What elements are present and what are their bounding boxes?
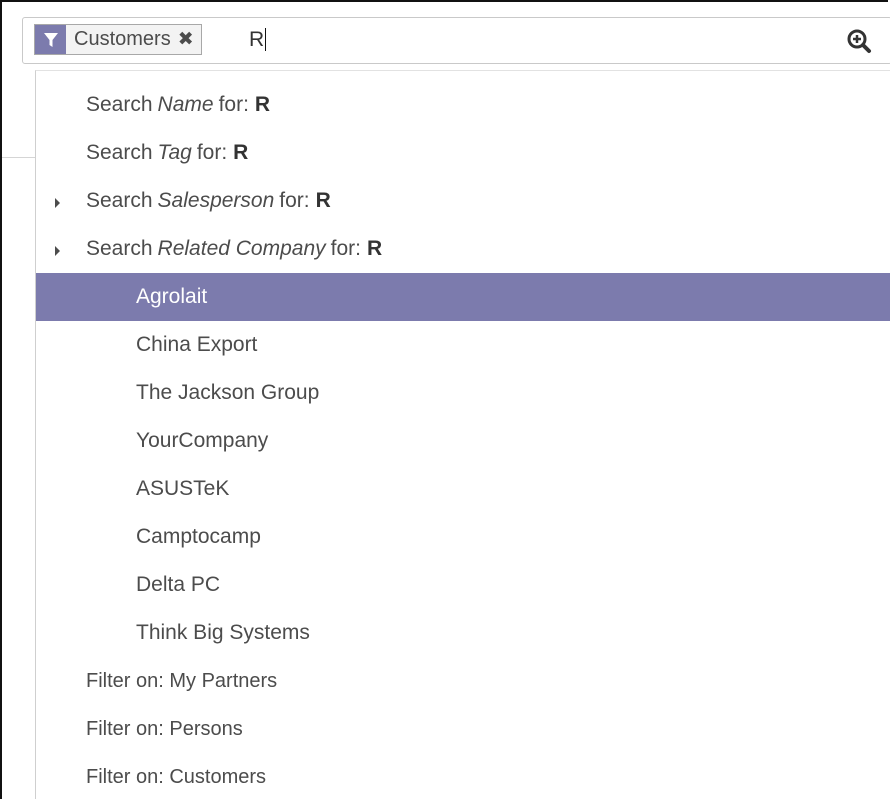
option-prefix: Search — [86, 141, 153, 164]
autocomplete-dropdown: Search Name for: R Search Tag for: R Sea… — [35, 70, 890, 799]
filter-option-persons[interactable]: Filter on: Persons — [36, 705, 890, 753]
option-label: The Jackson Group — [136, 381, 320, 404]
option-suffix: for: — [196, 141, 228, 164]
option-field: Salesperson — [157, 189, 275, 212]
option-label: Filter on: Persons — [86, 717, 243, 740]
option-field: Related Company — [157, 237, 326, 260]
company-option-asustek[interactable]: ASUSTeK — [36, 465, 890, 513]
option-label: Filter on: My Partners — [86, 669, 278, 692]
zoom-in-icon[interactable] — [845, 27, 873, 55]
option-term: R — [315, 189, 331, 212]
option-prefix: Search — [86, 189, 153, 212]
facet-value: Customers — [74, 28, 171, 50]
search-tag-option[interactable]: Search Tag for: R — [36, 129, 890, 177]
option-label: Camptocamp — [136, 525, 261, 548]
text-caret — [265, 28, 267, 51]
filter-icon — [35, 25, 66, 54]
option-term: R — [254, 93, 271, 116]
company-option-camptocamp[interactable]: Camptocamp — [36, 513, 890, 561]
option-label: ASUSTeK — [136, 477, 230, 500]
filter-option-my-partners[interactable]: Filter on: My Partners — [36, 657, 890, 705]
option-label: Filter on: Customers — [86, 765, 267, 788]
search-query-text: R — [249, 27, 265, 51]
option-field: Tag — [157, 141, 192, 164]
filter-option-customers[interactable]: Filter on: Customers — [36, 753, 890, 801]
close-icon[interactable]: ✖ — [176, 25, 201, 54]
filter-facet: Customers ✖ — [34, 24, 202, 55]
option-term: R — [233, 141, 249, 164]
option-suffix: for: — [218, 93, 249, 116]
option-label: Delta PC — [136, 573, 221, 596]
search-salesperson-option[interactable]: Search Salesperson for: R — [36, 177, 890, 225]
company-option-yourcompany[interactable]: YourCompany — [36, 417, 890, 465]
company-option-china-export[interactable]: China Export — [36, 321, 890, 369]
search-name-option[interactable]: Search Name for: R — [36, 81, 890, 129]
company-option-the-jackson-group[interactable]: The Jackson Group — [36, 369, 890, 417]
option-prefix: Search — [86, 93, 153, 116]
option-label: China Export — [136, 333, 258, 356]
option-term: R — [366, 237, 383, 260]
company-option-delta-pc[interactable]: Delta PC — [36, 561, 890, 609]
option-label: YourCompany — [136, 429, 269, 452]
company-option-agrolait[interactable]: Agrolait — [36, 273, 890, 321]
expand-arrow-icon[interactable] — [55, 246, 60, 256]
option-suffix: for: — [330, 237, 361, 260]
divider — [2, 157, 35, 158]
company-option-think-big-systems[interactable]: Think Big Systems — [36, 609, 890, 657]
option-field: Name — [157, 93, 214, 116]
option-label: Agrolait — [136, 285, 208, 308]
search-bar[interactable]: Customers ✖ R — [22, 17, 890, 64]
option-suffix: for: — [279, 189, 310, 212]
expand-arrow-icon[interactable] — [55, 198, 60, 208]
search-related-company-option[interactable]: Search Related Company for: R — [36, 225, 890, 273]
search-input[interactable]: R — [249, 24, 267, 55]
option-label: Think Big Systems — [136, 621, 310, 644]
option-prefix: Search — [86, 237, 153, 260]
